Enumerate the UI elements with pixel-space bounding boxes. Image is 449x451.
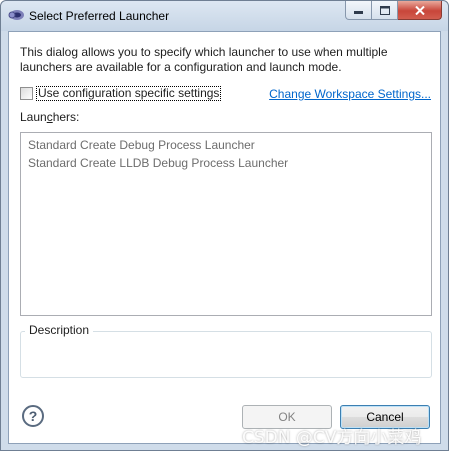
launchers-list[interactable]: Standard Create Debug Process Launcher S… xyxy=(20,132,432,316)
config-specific-checkbox-row[interactable]: Use configuration specific settings xyxy=(20,86,222,101)
window-controls xyxy=(345,1,442,21)
title-bar[interactable]: Select Preferred Launcher xyxy=(1,1,448,31)
launcher-item-lldb-debug[interactable]: Standard Create LLDB Debug Process Launc… xyxy=(21,153,431,171)
intro-text: This dialog allows you to specify which … xyxy=(20,45,388,74)
config-specific-checkbox[interactable] xyxy=(20,87,33,100)
help-icon[interactable]: ? xyxy=(22,405,44,427)
description-group: Description xyxy=(20,323,432,378)
change-workspace-settings-link[interactable]: Change Workspace Settings... xyxy=(269,87,431,101)
launcher-item-debug[interactable]: Standard Create Debug Process Launcher xyxy=(21,135,431,153)
dialog-window: Select Preferred Launcher This dialog al… xyxy=(0,0,449,451)
window-title: Select Preferred Launcher xyxy=(29,9,170,23)
minimize-icon xyxy=(354,11,363,14)
minimize-button[interactable] xyxy=(345,1,372,20)
close-icon xyxy=(414,5,425,15)
eclipse-launcher-icon xyxy=(7,7,25,23)
config-specific-checkbox-label[interactable]: Use configuration specific settings xyxy=(36,86,222,101)
close-button[interactable] xyxy=(398,1,442,20)
description-title: Description xyxy=(25,323,94,337)
watermark: CSDN @CV方向小菜鸡 xyxy=(242,428,422,448)
launchers-label: Launchers: xyxy=(20,110,80,124)
maximize-icon xyxy=(379,5,390,15)
maximize-button[interactable] xyxy=(372,1,398,20)
dialog-body: This dialog allows you to specify which … xyxy=(8,31,441,444)
